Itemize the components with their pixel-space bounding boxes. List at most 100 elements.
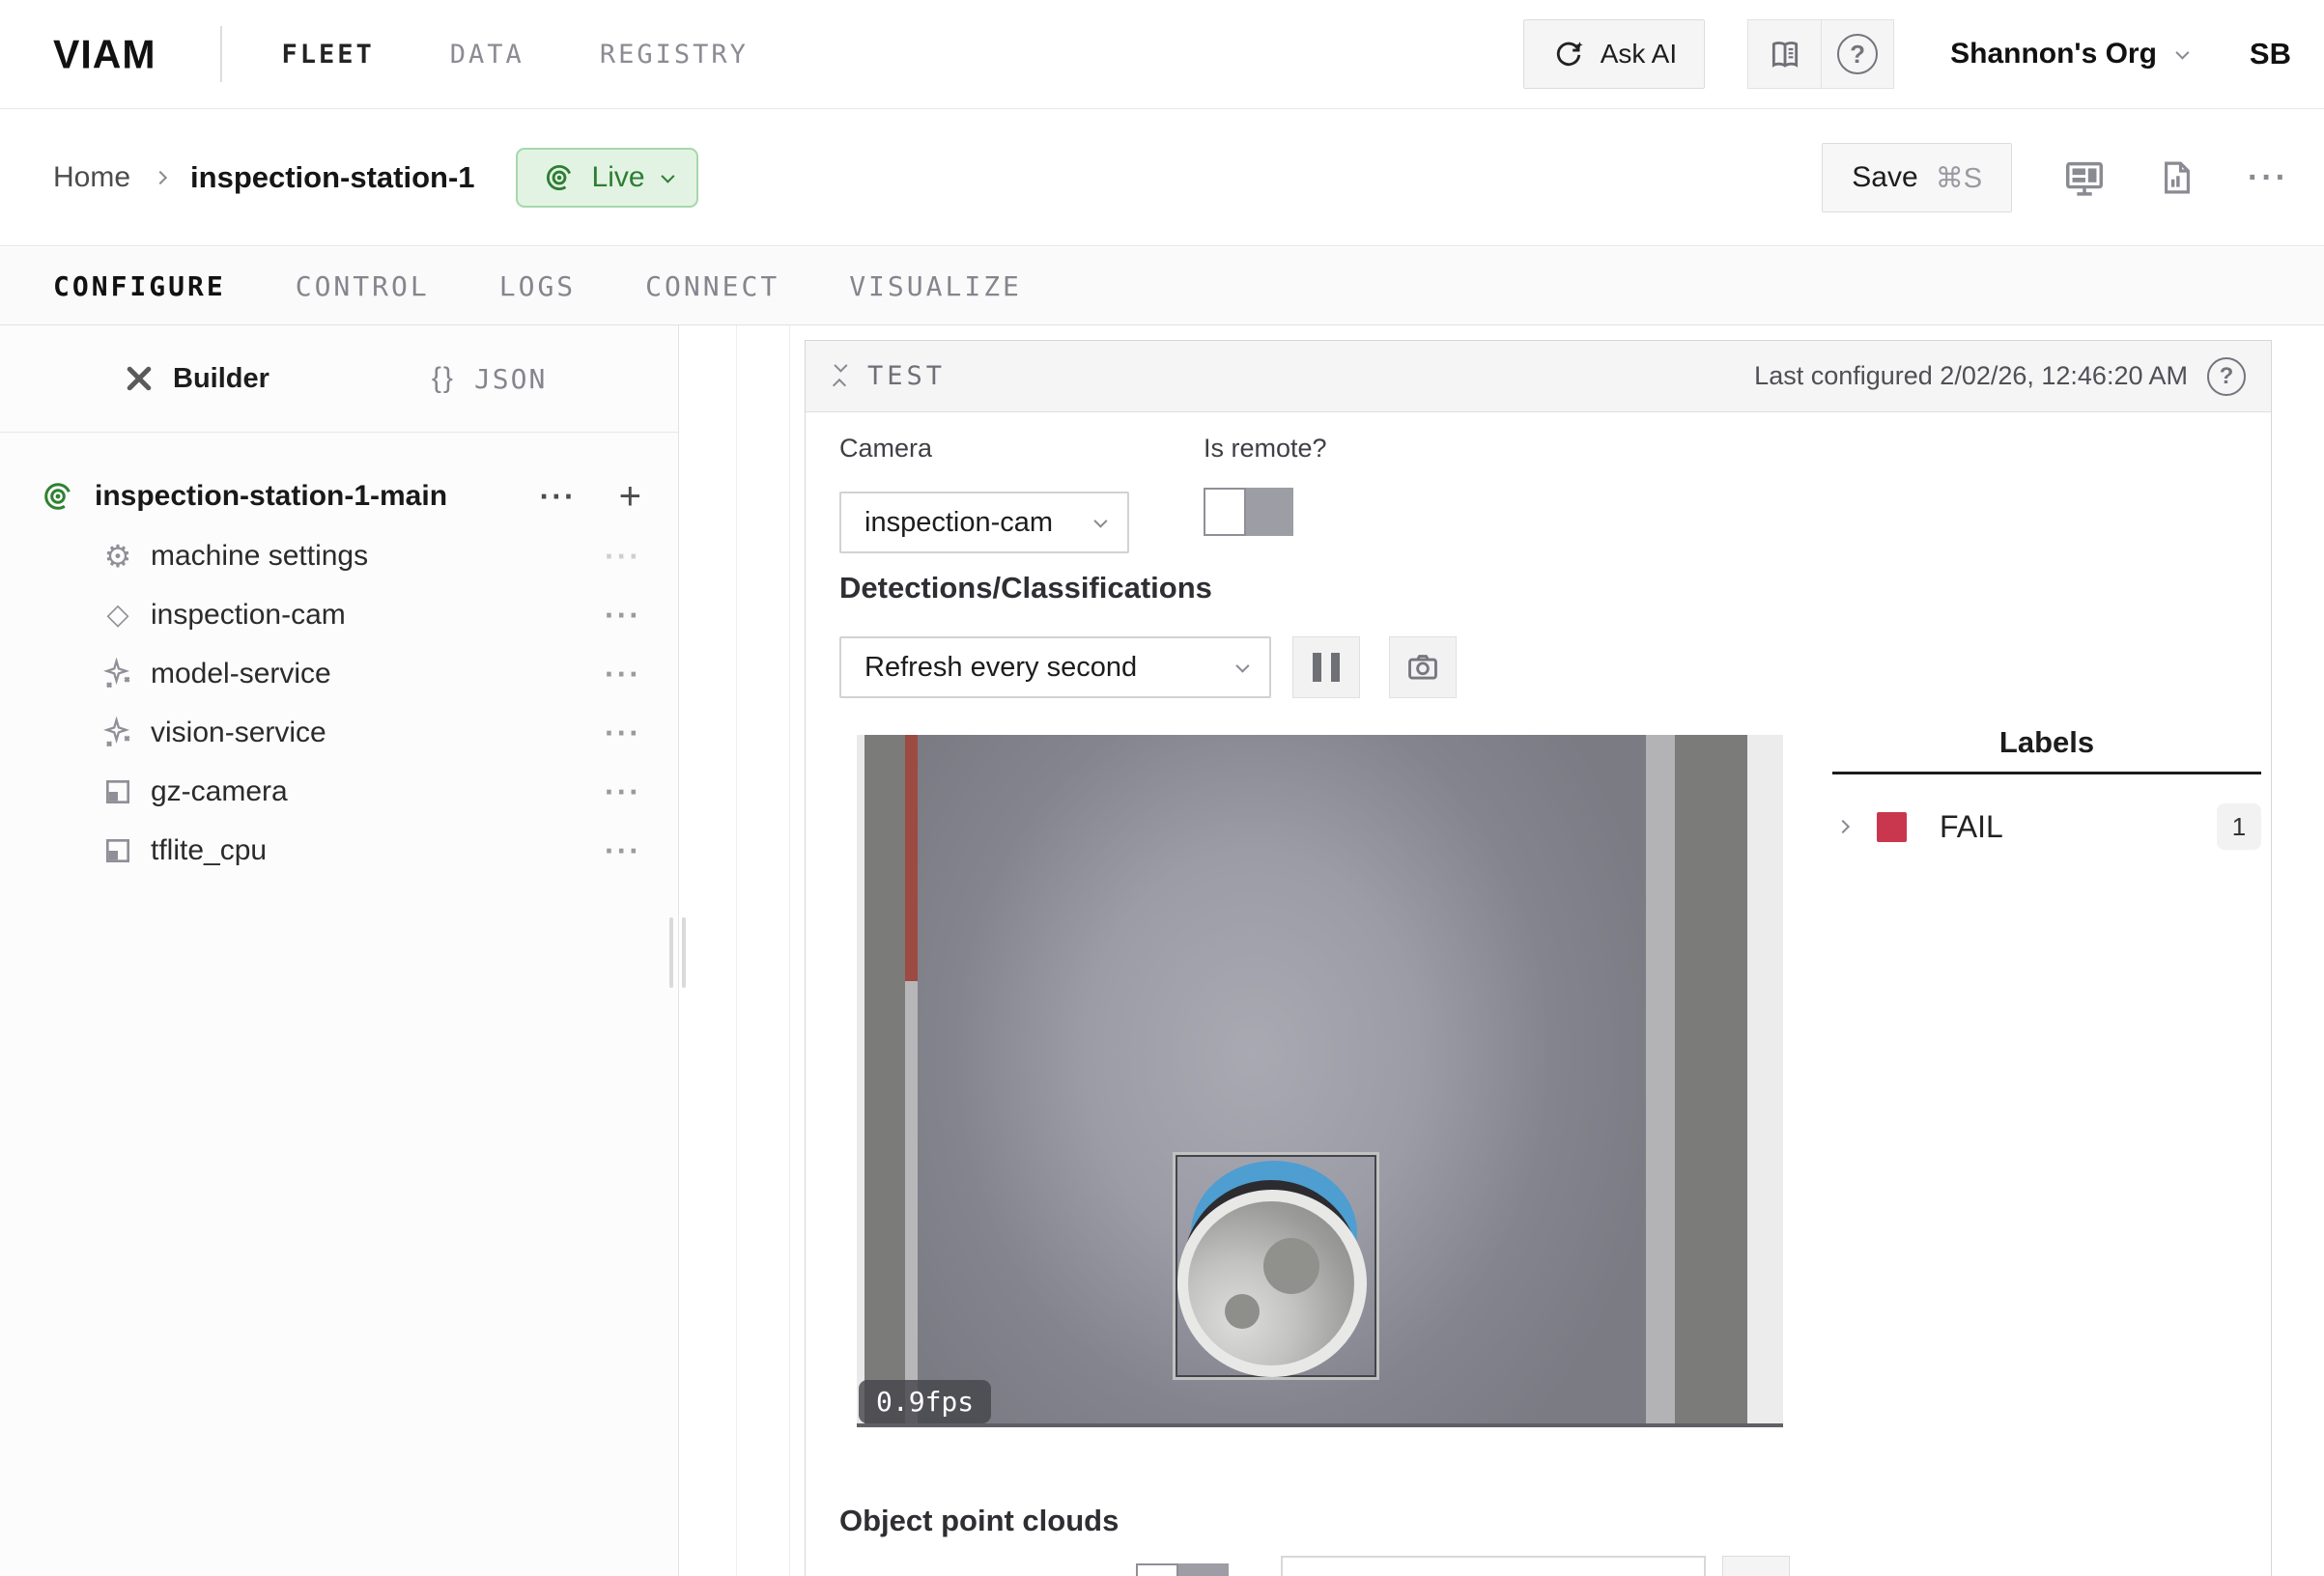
org-switcher[interactable]: Shannon's Org [1950, 38, 2186, 70]
item-menu-button[interactable]: ··· [605, 718, 641, 748]
refresh-rate-select[interactable]: Refresh every second [839, 636, 1271, 698]
tree-item-label: model-service [151, 658, 331, 690]
test-section-card: TEST Last configured 2/02/26, 12:46:20 A… [805, 340, 2272, 1576]
camera-select-value: inspection-cam [864, 507, 1053, 539]
diamond-icon: ◇ [97, 601, 139, 630]
org-name: Shannon's Org [1950, 38, 2157, 70]
chevron-right-icon [1836, 820, 1850, 833]
ask-ai-button[interactable]: Ask AI [1523, 19, 1705, 89]
is-remote-label: Is remote? [1204, 434, 1327, 464]
breadcrumb-home[interactable]: Home [53, 161, 130, 194]
item-menu-button[interactable]: ··· [605, 600, 641, 631]
module-icon [97, 776, 139, 807]
point-clouds-heading: Object point clouds [839, 1504, 1119, 1538]
tab-configure[interactable]: CONFIGURE [53, 270, 226, 302]
tree-item-vision-service[interactable]: vision-service ··· [0, 703, 678, 762]
history-report-icon[interactable] [2157, 157, 2197, 198]
machine-monitor-icon[interactable] [2062, 155, 2107, 200]
ask-ai-label: Ask AI [1601, 39, 1677, 70]
item-menu-button[interactable]: ··· [605, 835, 641, 866]
breadcrumb-row: Home inspection-station-1 Live Save ⌘S [0, 110, 2324, 246]
braces-icon: {} [432, 362, 455, 395]
camera-field-label: Camera [839, 434, 932, 464]
gutter-divider [736, 325, 737, 1576]
point-clouds-toggle[interactable] [1136, 1563, 1229, 1576]
tree-item-model-service[interactable]: model-service ··· [0, 644, 678, 703]
tree-item-label: gz-camera [151, 775, 288, 808]
json-label: JSON [474, 363, 547, 395]
pause-stream-button[interactable] [1292, 636, 1360, 698]
component-tree: inspection-station-1-main ··· + ⚙ machin… [0, 433, 678, 880]
refresh-rate-value: Refresh every second [864, 652, 1137, 684]
tree-item-gz-camera[interactable]: gz-camera ··· [0, 762, 678, 821]
json-mode-button[interactable]: {} JSON [432, 362, 547, 395]
docs-book-icon[interactable] [1748, 20, 1821, 88]
tree-item-main-part[interactable]: inspection-station-1-main ··· + [0, 466, 678, 526]
top-nav: VIAM FLEET DATA REGISTRY Ask AI [0, 0, 2324, 109]
tab-logs[interactable]: LOGS [499, 270, 576, 302]
detection-bounding-box [1173, 1152, 1379, 1380]
toggle-knob [1136, 1563, 1178, 1576]
test-section-header: TEST Last configured 2/02/26, 12:46:20 A… [806, 341, 2271, 412]
avatar[interactable]: SB [2250, 37, 2291, 71]
save-label: Save [1852, 161, 1917, 194]
tree-item-label: tflite_cpu [151, 834, 267, 867]
nav-divider [220, 26, 222, 82]
tree-item-label: inspection-cam [151, 599, 346, 632]
last-configured-text: Last configured 2/02/26, 12:46:20 AM [1754, 361, 2188, 391]
section-help-icon[interactable]: ? [2207, 357, 2246, 396]
toggle-knob [1204, 488, 1246, 536]
gear-icon: ⚙ [97, 541, 139, 572]
more-actions-menu[interactable]: ··· [2248, 161, 2289, 194]
fps-badge: 0.9fps [859, 1380, 991, 1423]
nav-tab-fleet[interactable]: FLEET [282, 40, 375, 70]
viam-app: VIAM FLEET DATA REGISTRY Ask AI [0, 0, 2324, 1576]
camera-feed[interactable]: 0.9fps [857, 735, 1783, 1427]
is-remote-toggle[interactable] [1204, 488, 1293, 536]
part-menu-button[interactable]: ··· [540, 481, 577, 512]
main-part-name: inspection-station-1-main [95, 480, 447, 513]
feed-right-rail [1675, 735, 1747, 1427]
point-clouds-select[interactable] [1281, 1556, 1706, 1576]
point-clouds-action-button[interactable] [1722, 1556, 1790, 1576]
broadcast-icon [543, 161, 576, 194]
tree-item-label: machine settings [151, 540, 368, 573]
gutter-divider [789, 325, 790, 1576]
config-sidebar: Builder {} JSON inspection-station-1-mai… [0, 325, 679, 1576]
builder-tools-icon [122, 361, 156, 396]
help-icon-group: ? [1747, 19, 1894, 89]
label-name: FAIL [1940, 809, 2003, 845]
chevron-right-icon [154, 171, 167, 184]
tab-connect[interactable]: CONNECT [645, 270, 779, 302]
breadcrumb-actions: Save ⌘S ··· [1822, 143, 2289, 212]
module-icon [97, 835, 139, 866]
live-label: Live [592, 161, 645, 194]
label-count-badge: 1 [2217, 803, 2261, 850]
builder-mode-button[interactable]: Builder [173, 363, 269, 395]
live-status-badge[interactable]: Live [516, 148, 698, 208]
collapse-section-icon[interactable] [835, 362, 844, 390]
breadcrumb-machine-name: inspection-station-1 [190, 160, 475, 195]
help-question-icon[interactable]: ? [1821, 20, 1893, 88]
snapshot-button[interactable] [1389, 636, 1457, 698]
item-menu-button[interactable]: ··· [605, 776, 641, 807]
nav-tab-registry[interactable]: REGISTRY [600, 40, 749, 70]
camera-select[interactable]: inspection-cam [839, 492, 1129, 553]
add-component-button[interactable]: + [619, 477, 641, 516]
ai-refresh-sparkle-icon [1551, 37, 1586, 71]
tree-item-machine-settings[interactable]: ⚙ machine settings ··· [0, 526, 678, 585]
tree-item-inspection-cam[interactable]: ◇ inspection-cam ··· [0, 585, 678, 644]
tree-item-tflite-cpu[interactable]: tflite_cpu ··· [0, 821, 678, 880]
tab-visualize[interactable]: VISUALIZE [849, 270, 1022, 302]
tab-control[interactable]: CONTROL [296, 270, 430, 302]
item-menu-button[interactable]: ··· [605, 659, 641, 690]
save-button[interactable]: Save ⌘S [1822, 143, 2012, 212]
item-menu-button[interactable]: ··· [605, 541, 641, 572]
label-row-fail[interactable]: FAIL 1 [1832, 803, 2261, 850]
tree-item-label: vision-service [151, 717, 326, 749]
header-right: Last configured 2/02/26, 12:46:20 AM ? [1754, 357, 2246, 396]
label-color-swatch [1877, 812, 1907, 842]
sidebar-resize-handle[interactable] [669, 917, 686, 988]
nav-tab-data[interactable]: DATA [450, 40, 524, 70]
viam-logo[interactable]: VIAM [53, 31, 156, 77]
